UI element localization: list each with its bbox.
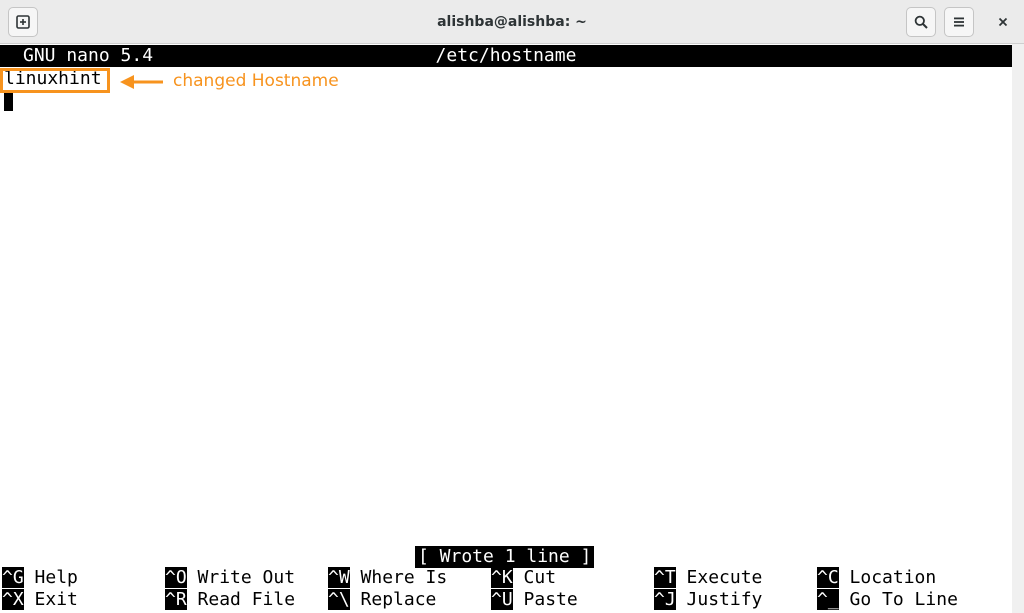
nano-header-bar: GNU nano 5.4 /etc/hostname <box>0 45 1012 67</box>
hamburger-menu-icon <box>954 17 964 27</box>
new-tab-button[interactable] <box>8 7 38 37</box>
new-tab-icon <box>16 15 30 29</box>
menu-button[interactable] <box>944 7 974 37</box>
close-icon <box>998 17 1008 27</box>
nano-filename: /etc/hostname <box>435 45 577 66</box>
shortcut-row-1: ^G Help ^O Write Out ^W Where Is ^K Cut … <box>0 567 1012 589</box>
shortcut-help[interactable]: ^G Help <box>2 567 78 589</box>
shortcut-replace[interactable]: ^\ Replace <box>328 589 436 611</box>
close-button[interactable] <box>988 7 1018 37</box>
shortcut-row-2: ^X Exit ^R Read File ^\ Replace ^U Paste… <box>0 589 1012 611</box>
terminal-area[interactable]: GNU nano 5.4 /etc/hostname linuxhint [ W… <box>0 44 1012 613</box>
window-titlebar: alishba@alishba: ~ <box>0 0 1024 44</box>
terminal-scrollbar[interactable] <box>1012 44 1024 613</box>
shortcut-justify[interactable]: ^J Justify <box>654 589 762 611</box>
text-cursor <box>4 93 13 111</box>
annotation-label: changed Hostname <box>173 71 339 91</box>
shortcut-where-is[interactable]: ^W Where Is <box>328 567 447 589</box>
shortcut-read-file[interactable]: ^R Read File <box>165 589 295 611</box>
shortcut-paste[interactable]: ^U Paste <box>491 589 578 611</box>
shortcut-go-to-line[interactable]: ^_ Go To Line <box>817 589 958 611</box>
highlight-box <box>0 68 110 93</box>
window-title: alishba@alishba: ~ <box>437 14 587 30</box>
shortcut-write-out[interactable]: ^O Write Out <box>165 567 295 589</box>
arrow-left-icon <box>120 75 163 89</box>
shortcut-exit[interactable]: ^X Exit <box>2 589 78 611</box>
shortcut-cut[interactable]: ^K Cut <box>491 567 556 589</box>
search-button[interactable] <box>906 7 936 37</box>
shortcut-location[interactable]: ^C Location <box>817 567 936 589</box>
status-message: [ Wrote 1 line ] <box>415 546 595 568</box>
search-icon <box>914 15 928 29</box>
shortcut-execute[interactable]: ^T Execute <box>654 567 762 589</box>
